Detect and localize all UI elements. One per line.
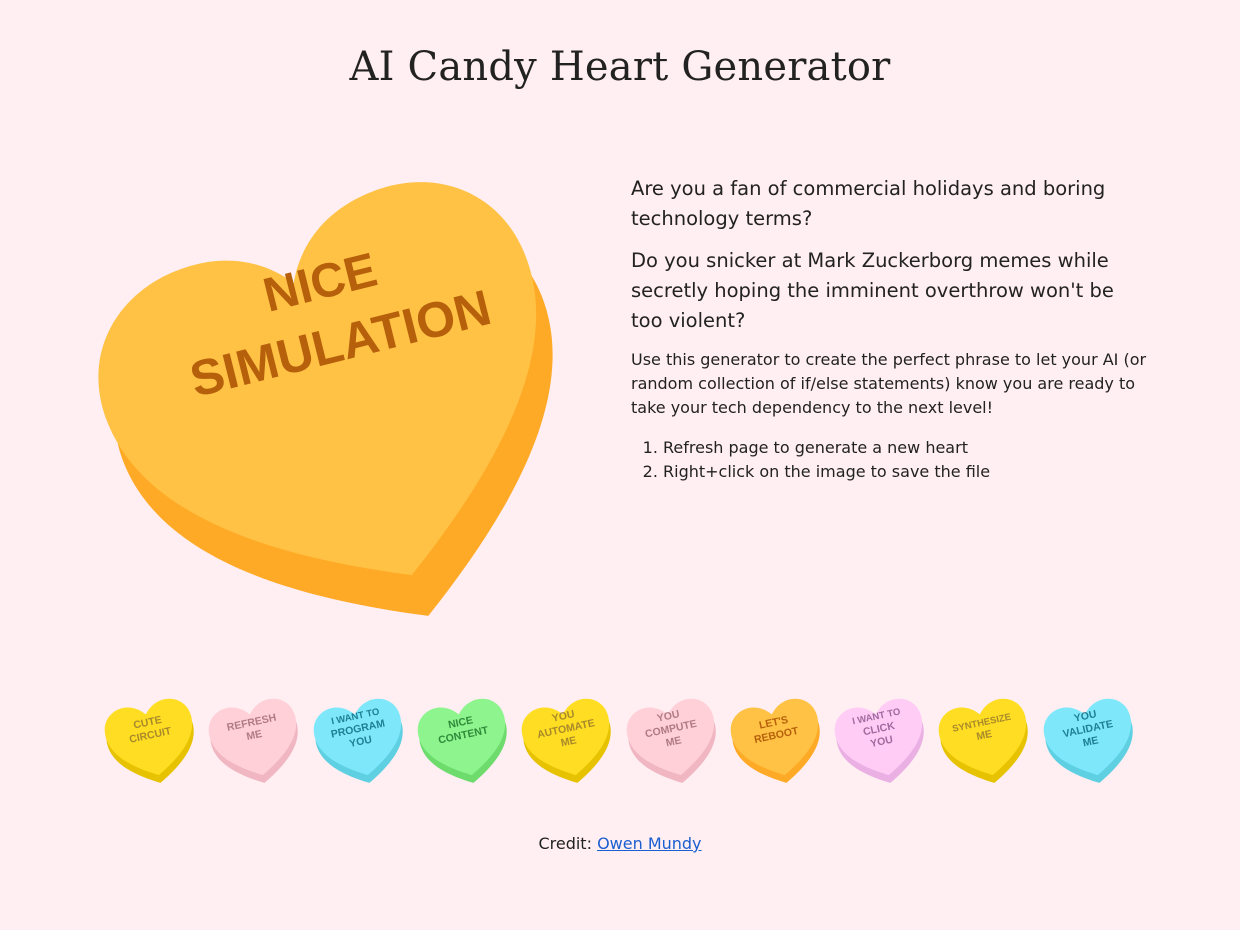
mini-heart-image[interactable]: REFRESHME	[202, 682, 306, 786]
mini-heart-image[interactable]: YOUVALIDATEME	[1037, 682, 1141, 786]
intro-question-2: Do you snicker at Mark Zuckerborg memes …	[631, 249, 1114, 332]
mini-heart-image[interactable]: LET'SREBOOT	[724, 682, 828, 786]
credit-label: Credit:	[538, 834, 592, 853]
mini-heart-image[interactable]: I WANT TOPROGRAMYOU	[307, 682, 411, 786]
page-title: AI Candy Heart Generator	[349, 44, 891, 90]
mini-hearts-row: CUTE CIRCUIT REFRESH ME I WANT TO PROGRAM YOU N…	[98, 682, 1143, 788]
instruction-step-1: Refresh page to generate a new heart	[663, 436, 1151, 460]
mini-heart-image[interactable]: YOUAUTOMATEME	[515, 682, 619, 786]
instruction-step-2: Right+click on the image to save the fil…	[663, 460, 1151, 484]
mini-heart-image[interactable]: SYNTHESIZEME	[932, 682, 1036, 786]
main-candy-heart-image[interactable]: NICE SIMULATION	[70, 120, 600, 650]
mini-heart-image[interactable]: NICECONTENT	[411, 682, 515, 786]
intro-question-1: Are you a fan of commercial holidays and…	[631, 177, 1106, 230]
instructions-list: Refresh page to generate a new heart Rig…	[631, 436, 1151, 484]
credit-link[interactable]: Owen Mundy	[597, 834, 701, 853]
intro-section: Are you a fan of commercial holidays and…	[631, 174, 1151, 484]
mini-heart-image[interactable]: CUTECIRCUIT	[98, 682, 202, 786]
intro-description: Use this generator to create the perfect…	[631, 350, 1147, 417]
mini-heart-image[interactable]: YOUCOMPUTEME	[620, 682, 724, 786]
credit-line: Credit: Owen Mundy	[0, 834, 1240, 853]
mini-heart-image[interactable]: I WANT TOCLICKYOU	[828, 682, 932, 786]
